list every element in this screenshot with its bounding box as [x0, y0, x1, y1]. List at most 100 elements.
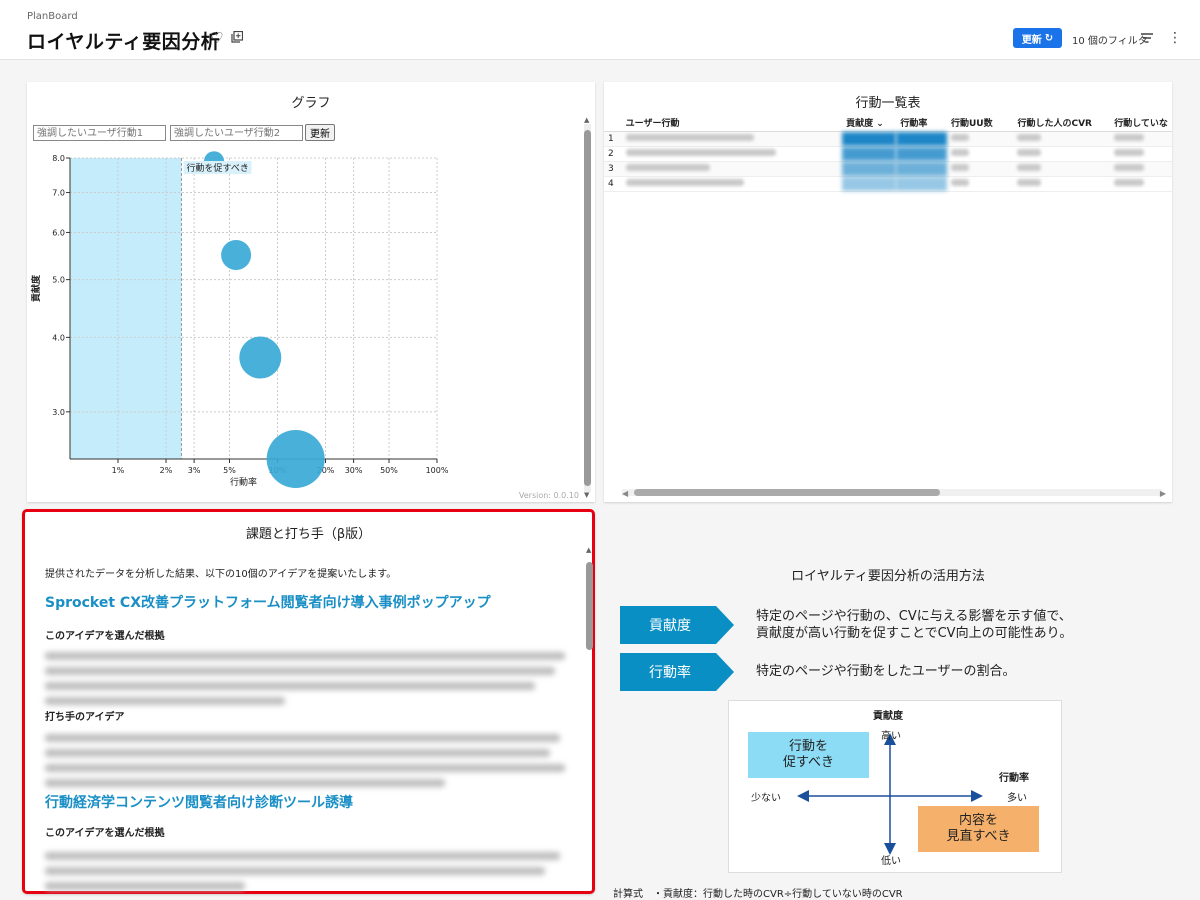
- table-row[interactable]: 4: [604, 176, 1172, 192]
- y-tick-label: 4.0: [52, 333, 65, 342]
- column-header[interactable]: 行動UU数: [946, 114, 1014, 132]
- quad-few-label: 少ない: [751, 793, 781, 804]
- review-content-box: 内容を 見直すべき: [918, 806, 1039, 852]
- x-tick-label: 1%: [112, 466, 125, 475]
- zone-label: 行動を促すべき: [186, 162, 248, 174]
- app-header: PlanBoard ロイヤルティ要因分析 ♡ 更新 ↻ 10 個のフィルタ ⋮: [0, 0, 1200, 60]
- action-heading: 打ち手のアイデア: [45, 712, 125, 723]
- scroll-up-icon[interactable]: ▲: [584, 116, 589, 124]
- user-action-cell: [621, 176, 843, 192]
- update-button[interactable]: 更新 ↻: [1013, 28, 1062, 48]
- issues-and-actions-panel: 課題と打ち手（β版） 提供されたデータを分析した結果、以下の10個のアイデアを提…: [22, 509, 595, 894]
- value-cell: [1110, 131, 1172, 147]
- reason-text-2-blurred: [45, 852, 565, 897]
- action-text-blurred: [45, 734, 565, 794]
- brand-name: PlanBoard: [27, 11, 78, 22]
- quadrant-diagram: 貢献度 高い 低い 行動率 少ない 多い 行動を 促すべき 内容を 見直すべき: [728, 700, 1062, 873]
- table-row[interactable]: 1: [604, 131, 1172, 147]
- row-number-header: [604, 114, 622, 132]
- contribution-description: 特定のページや行動の、CVに与える影響を示す値で、 貢献度が高い行動を促すことで…: [756, 609, 1073, 641]
- contribution-tag: 貢献度: [620, 606, 734, 644]
- highlight-zone: [70, 158, 182, 459]
- value-cell: [1110, 161, 1172, 177]
- promote-action-box: 行動を 促すべき: [748, 732, 869, 778]
- issues-scroll-thumb[interactable]: [586, 562, 593, 650]
- contribution-cell: [842, 131, 897, 147]
- user-action-cell: [621, 146, 843, 162]
- y-tick-label: 3.0: [52, 408, 65, 417]
- quad-y-axis-label: 貢献度: [873, 711, 903, 722]
- filter-count[interactable]: 10 個のフィルタ: [1072, 32, 1148, 47]
- graph-scrollbar[interactable]: [584, 124, 591, 492]
- highlight-refresh-button[interactable]: 更新: [305, 124, 335, 141]
- action-rate-tag: 行動率: [620, 653, 734, 691]
- value-cell: [1013, 146, 1111, 162]
- action-rate-tag-label: 行動率: [649, 665, 691, 681]
- column-header-sorted[interactable]: 貢献度 ⌄: [842, 114, 897, 132]
- more-vert-icon[interactable]: ⋮: [1168, 30, 1182, 46]
- scroll-left-icon[interactable]: ◀: [622, 489, 628, 498]
- x-tick-label: 100%: [426, 466, 449, 475]
- issues-scroll-up-icon[interactable]: ▲: [586, 546, 591, 554]
- issues-intro: 提供されたデータを分析した結果、以下の10個のアイデアを提案いたします。: [45, 569, 397, 580]
- row-number: 1: [604, 131, 622, 147]
- x-tick-label: 2%: [160, 466, 173, 475]
- value-cell: [946, 161, 1014, 177]
- column-header[interactable]: 行動していな: [1110, 114, 1172, 132]
- action-rate-description: 特定のページや行動をしたユーザーの割合。: [756, 664, 1016, 679]
- formula-text: ・貢献度：行動した時のCVR÷行動していない時のCVR: [653, 889, 903, 900]
- column-header[interactable]: 行動した人のCVR: [1013, 114, 1111, 132]
- row-number: 4: [604, 176, 622, 192]
- table-row[interactable]: 3: [604, 161, 1172, 177]
- value-cell: [946, 146, 1014, 162]
- duplicate-icon[interactable]: [231, 31, 243, 43]
- user-action-cell: [621, 131, 843, 147]
- refresh-icon: ↻: [1044, 32, 1054, 44]
- value-cell: [946, 131, 1014, 147]
- data-point: [239, 336, 282, 379]
- x-tick-label: 3%: [188, 466, 201, 475]
- favorite-heart-icon[interactable]: ♡: [210, 29, 223, 47]
- quad-high-label: 高い: [881, 731, 901, 742]
- graph-panel: グラフ 更新 1%2%3%5%10%20%30%50%100%3.04.05.0…: [27, 82, 595, 502]
- value-cell: [1110, 176, 1172, 192]
- scroll-down-icon[interactable]: ▼: [584, 491, 589, 499]
- column-header[interactable]: 行動率: [896, 114, 947, 132]
- highlight-input-2[interactable]: [170, 125, 303, 141]
- issues-scrollbar[interactable]: [586, 554, 593, 890]
- table-hscroll-thumb[interactable]: [634, 489, 940, 496]
- formula-label: 計算式: [613, 889, 643, 900]
- row-number: 3: [604, 161, 622, 177]
- column-header[interactable]: ユーザー行動: [621, 114, 843, 132]
- value-cell: [1013, 131, 1111, 147]
- value-cell: [1013, 176, 1111, 192]
- x-tick-label: 50%: [380, 466, 398, 475]
- graph-title: グラフ: [291, 96, 331, 111]
- bubble-chart: 1%2%3%5%10%20%30%50%100%3.04.05.06.07.08…: [30, 151, 449, 488]
- filter-icon[interactable]: [1141, 33, 1153, 43]
- value-cell: [1013, 161, 1111, 177]
- y-tick-label: 7.0: [52, 189, 65, 198]
- idea-title-1: Sprocket CX改善プラットフォーム閲覧者向け導入事例ポップアップ: [45, 595, 491, 611]
- contribution-tag-label: 貢献度: [649, 618, 691, 634]
- value-cell: [1110, 146, 1172, 162]
- action-table: ユーザー行動 貢献度 ⌄ 行動率 行動UU数 行動した人のCVR 行動していな …: [604, 114, 1172, 192]
- contribution-cell: [842, 161, 897, 177]
- y-tick-label: 5.0: [52, 276, 65, 285]
- quad-many-label: 多い: [1007, 793, 1027, 804]
- action-rate-cell: [896, 161, 947, 177]
- highlight-input-1[interactable]: [33, 125, 166, 141]
- page-title: ロイヤルティ要因分析: [27, 31, 221, 53]
- quad-x-axis-label: 行動率: [999, 773, 1029, 784]
- action-rate-cell: [896, 131, 947, 147]
- contribution-cell: [842, 146, 897, 162]
- y-tick-label: 6.0: [52, 228, 65, 237]
- graph-scroll-thumb[interactable]: [584, 130, 591, 486]
- update-button-label: 更新: [1021, 34, 1042, 46]
- table-hscrollbar[interactable]: [622, 489, 1162, 496]
- value-cell: [946, 176, 1014, 192]
- table-row[interactable]: 2: [604, 146, 1172, 162]
- scroll-right-icon[interactable]: ▶: [1160, 489, 1166, 498]
- action-rate-cell: [896, 146, 947, 162]
- user-action-cell: [621, 161, 843, 177]
